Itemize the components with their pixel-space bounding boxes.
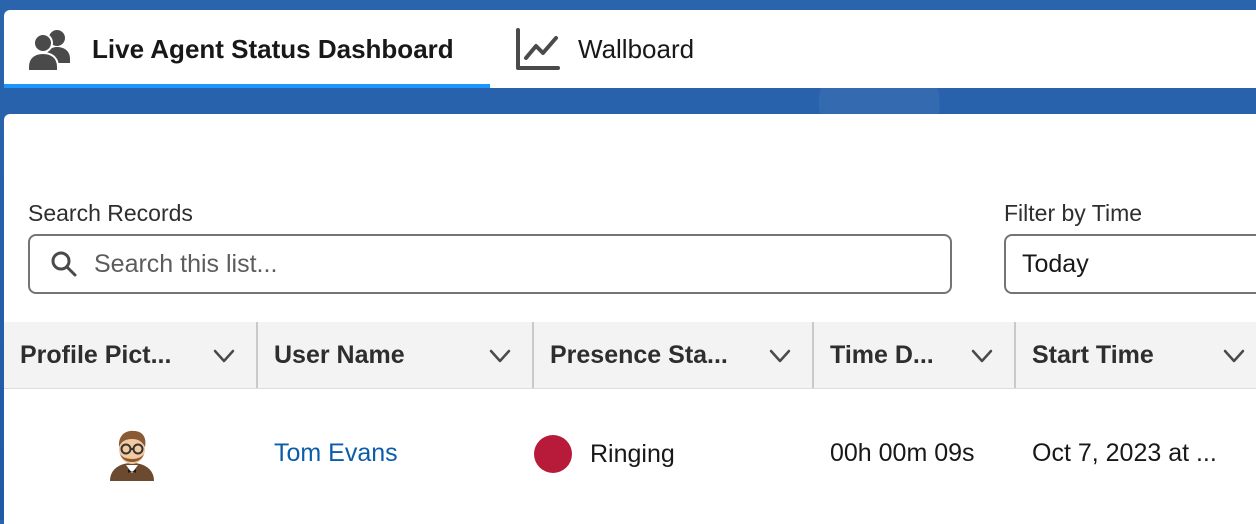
chevron-down-icon[interactable]: [488, 344, 512, 368]
presence-status-label: Ringing: [590, 439, 675, 468]
start-time: Oct 7, 2023 at ...: [1032, 439, 1217, 467]
avatar: [104, 425, 160, 481]
table-row: Tom Evans Ringing 00h 00m 09s Oct 7, 202…: [4, 389, 1256, 524]
chevron-down-icon[interactable]: [212, 344, 236, 368]
search-icon: [50, 250, 78, 278]
column-label: Time D...: [830, 340, 934, 369]
table-header: Profile Pict... User Name Presence Sta..…: [4, 322, 1256, 389]
search-field[interactable]: [28, 234, 952, 294]
column-label: Profile Pict...: [20, 340, 172, 369]
column-header-start-time[interactable]: Start Time: [1016, 322, 1256, 388]
time-filter-select[interactable]: Today: [1004, 234, 1256, 294]
user-name-link[interactable]: Tom Evans: [274, 439, 398, 468]
column-header-user-name[interactable]: User Name: [258, 322, 534, 388]
presence-status: Ringing: [534, 435, 675, 473]
search-input[interactable]: [92, 248, 896, 280]
tab-label: Wallboard: [578, 33, 695, 64]
tab-wallboard[interactable]: Wallboard: [514, 10, 774, 88]
column-label: Presence Sta...: [550, 340, 728, 369]
line-chart-icon: [514, 26, 560, 72]
column-label: Start Time: [1032, 340, 1154, 369]
chevron-down-icon[interactable]: [970, 344, 994, 368]
presence-status-dot: [534, 435, 572, 473]
main-panel: Search Records Filter by Time Today Prof…: [4, 114, 1256, 524]
column-header-time-duration[interactable]: Time D...: [814, 322, 1016, 388]
avatar-icon: [110, 430, 154, 481]
filter-label: Filter by Time: [1004, 200, 1143, 226]
user-group-icon: [26, 25, 74, 73]
time-duration: 00h 00m 09s: [830, 439, 975, 467]
column-label: User Name: [274, 340, 405, 369]
column-header-profile-picture[interactable]: Profile Pict...: [4, 322, 258, 388]
tab-live-agent-status-dashboard[interactable]: Live Agent Status Dashboard: [4, 10, 490, 88]
time-filter-value: Today: [1022, 249, 1089, 278]
column-header-presence-status[interactable]: Presence Sta...: [534, 322, 814, 388]
tab-label: Live Agent Status Dashboard: [92, 33, 454, 64]
chevron-down-icon[interactable]: [768, 344, 792, 368]
chevron-down-icon[interactable]: [1222, 344, 1246, 368]
search-label: Search Records: [28, 200, 193, 226]
tab-bar: Live Agent Status Dashboard Wallboard: [4, 10, 1256, 88]
active-tab-indicator: [4, 84, 490, 88]
